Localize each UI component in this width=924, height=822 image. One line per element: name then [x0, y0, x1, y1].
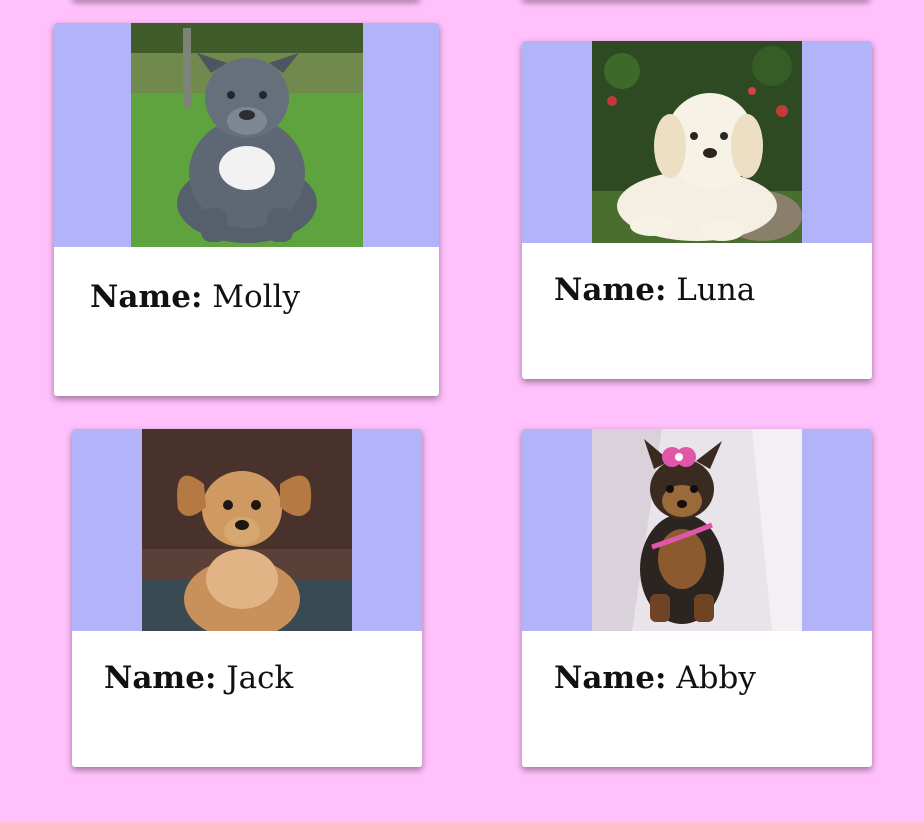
puppy-name: Abby	[676, 660, 756, 696]
puppy-name: Jack	[226, 660, 294, 696]
card-name-text: Name: Abby	[522, 660, 872, 696]
puppy-photo	[142, 429, 352, 631]
name-label: Name:	[554, 660, 667, 696]
puppy-photo	[592, 429, 802, 631]
puppy-name: Molly	[212, 279, 300, 315]
puppy-photo	[592, 41, 802, 243]
card-image-area	[522, 41, 872, 243]
puppy-card-jack[interactable]: Name: Jack	[72, 429, 422, 767]
name-label: Name:	[90, 279, 203, 315]
card-name-text: Name: Luna	[522, 272, 872, 308]
puppy-card-molly[interactable]: Name: Molly	[54, 23, 439, 396]
puppy-name: Luna	[676, 272, 756, 308]
card-name-text: Name: Molly	[54, 279, 439, 315]
card-image-area	[54, 23, 439, 247]
puppy-card-luna[interactable]: Name: Luna	[522, 41, 872, 379]
card-image-area	[72, 429, 422, 631]
card-name-text: Name: Jack	[72, 660, 422, 696]
card-image-area	[522, 429, 872, 631]
puppy-card-abby[interactable]: Name: Abby	[522, 429, 872, 767]
name-label: Name:	[554, 272, 667, 308]
puppy-gallery: Name: Molly Name: Luna Name: Jack Name: …	[0, 0, 924, 822]
puppy-photo	[131, 23, 363, 247]
name-label: Name:	[104, 660, 217, 696]
